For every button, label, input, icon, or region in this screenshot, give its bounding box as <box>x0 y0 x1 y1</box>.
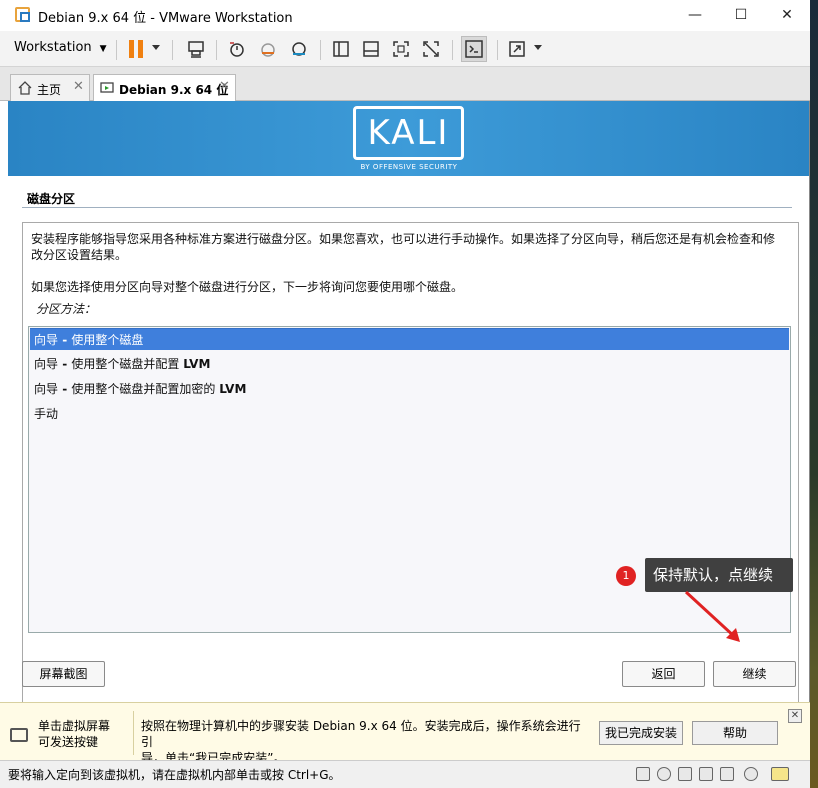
send-ctrl-alt-del-icon[interactable] <box>186 39 206 59</box>
vm-icon <box>100 82 114 93</box>
hint-divider <box>133 711 134 755</box>
console-view-button[interactable] <box>461 36 487 62</box>
desktop-background <box>810 0 818 788</box>
kali-logo-subtitle: BY OFFENSIVE SECURITY <box>360 163 458 171</box>
toolbar-divider <box>497 40 498 60</box>
power-dropdown-icon[interactable] <box>152 45 160 50</box>
hint-message: 按照在物理计算机中的步骤安装 Debian 9.x 64 位。安装完成后，操作系… <box>141 719 581 765</box>
install-hint-bar: 单击虚拟屏幕 可发送按键 按照在物理计算机中的步骤安装 Debian 9.x 6… <box>0 702 810 765</box>
partition-method-label: 分区方法： <box>36 302 97 316</box>
keyboard-icon <box>10 728 28 742</box>
home-icon <box>18 81 32 95</box>
full-screen-icon[interactable] <box>391 39 411 59</box>
finished-install-button[interactable]: 我已完成安装 <box>599 721 683 745</box>
toolbar-divider <box>172 40 173 60</box>
hard-disk-icon[interactable] <box>636 767 650 781</box>
tab-home-label: 主页 <box>37 83 62 97</box>
sound-icon[interactable] <box>720 767 734 781</box>
usb-icon[interactable] <box>699 767 713 781</box>
stretch-icon[interactable] <box>507 39 527 59</box>
maximize-button[interactable]: ☐ <box>718 0 764 31</box>
tab-debian-label: Debian 9.x 64 位 <box>119 83 229 97</box>
status-bar: 要将输入定向到该虚拟机，请在虚拟机内部单击或按 Ctrl+G。 <box>0 760 810 788</box>
workstation-menu-label: Workstation <box>14 40 92 55</box>
network-icon[interactable] <box>678 767 692 781</box>
tab-home[interactable]: 主页 ✕ <box>10 74 90 101</box>
page-title: 磁盘分区 <box>27 192 76 206</box>
close-button[interactable]: ✕ <box>764 0 810 31</box>
console-view-icon <box>465 40 483 58</box>
revert-snapshot-icon[interactable] <box>258 39 278 59</box>
toolbar-divider <box>452 40 453 60</box>
tab-strip: 主页 ✕ Debian 9.x 64 位 ✕ <box>0 67 810 102</box>
kali-logo: KALI <box>353 106 464 160</box>
cd-rom-icon[interactable] <box>657 767 671 781</box>
display-icon[interactable] <box>744 767 758 781</box>
vmware-window: Debian 9.x 64 位 - VMware Workstation — ☐… <box>0 0 810 788</box>
pause-icon[interactable] <box>128 40 146 58</box>
continue-button[interactable]: 继续 <box>713 661 796 687</box>
toolbar-divider <box>320 40 321 60</box>
window-title: Debian 9.x 64 位 - VMware Workstation <box>38 11 293 26</box>
screenshot-button[interactable]: 屏幕截图 <box>22 661 105 687</box>
status-message: 要将输入定向到该虚拟机，请在虚拟机内部单击或按 Ctrl+G。 <box>8 768 341 782</box>
message-log-icon[interactable] <box>771 767 789 781</box>
workstation-menu[interactable]: Workstation ▼ <box>14 40 107 55</box>
close-icon[interactable]: ✕ <box>73 79 84 94</box>
minimize-button[interactable]: — <box>672 0 718 31</box>
kali-banner: KALI BY OFFENSIVE SECURITY <box>8 101 809 176</box>
wizard-explanation: 如果您选择使用分区向导对整个磁盘进行分区，下一步将询问您要使用哪个磁盘。 <box>31 280 464 294</box>
back-button[interactable]: 返回 <box>622 661 705 687</box>
tab-debian[interactable]: Debian 9.x 64 位 ✕ <box>93 74 236 102</box>
snapshot-manager-icon[interactable] <box>289 39 309 59</box>
list-item-guided-lvm[interactable]: 向导 - 使用整个磁盘并配置 LVM <box>30 353 789 375</box>
snapshot-icon[interactable] <box>227 39 247 59</box>
chevron-down-icon: ▼ <box>99 44 107 54</box>
list-item-guided-encrypted-lvm[interactable]: 向导 - 使用整个磁盘并配置加密的 LVM <box>30 378 789 400</box>
annotation-arrow-icon <box>684 590 740 642</box>
intro-text-line-1: 安装程序能够指导您采用各种标准方案进行磁盘分区。如果您喜欢，也可以进行手动操作。… <box>31 232 776 246</box>
hint-click-screen: 单击虚拟屏幕 可发送按键 <box>38 719 111 749</box>
intro-text-line-2: 改分区设置结果。 <box>31 248 128 262</box>
list-item-guided-entire-disk[interactable]: 向导 - 使用整个磁盘 <box>30 328 789 350</box>
list-item-manual[interactable]: 手动 <box>30 403 789 425</box>
annotation-callout: 保持默认，点继续 <box>645 558 793 592</box>
toolbar-divider <box>116 40 117 60</box>
annotation-step-badge: 1 <box>616 566 636 586</box>
vmware-app-icon <box>15 7 30 22</box>
title-bar: Debian 9.x 64 位 - VMware Workstation — ☐… <box>0 0 810 31</box>
toolbar: Workstation ▼ <box>0 31 810 67</box>
hint-close-icon[interactable]: ✕ <box>788 709 802 723</box>
thumbnail-bar-icon[interactable] <box>361 39 381 59</box>
title-divider <box>22 207 792 208</box>
toolbar-divider <box>216 40 217 60</box>
close-icon[interactable]: ✕ <box>219 79 230 94</box>
help-button[interactable]: 帮助 <box>692 721 778 745</box>
stretch-dropdown-icon[interactable] <box>534 45 542 50</box>
sidebar-toggle-icon[interactable] <box>331 39 351 59</box>
unity-icon[interactable] <box>421 39 441 59</box>
